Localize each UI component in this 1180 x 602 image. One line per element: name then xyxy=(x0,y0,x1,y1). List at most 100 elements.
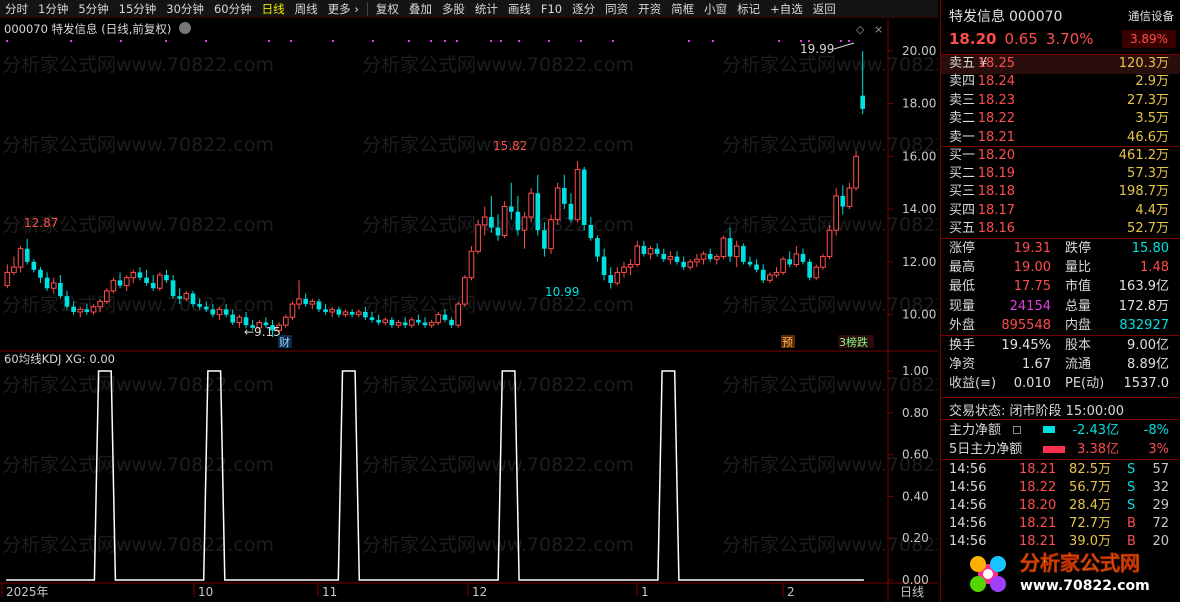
sell-level-row[interactable]: 卖五 ¥18.25 120.3万 xyxy=(941,55,1180,74)
candle-body xyxy=(700,253,707,260)
candle xyxy=(793,246,800,268)
candle xyxy=(342,309,349,318)
sell-level-row[interactable]: 卖四 18.24 2.9万 xyxy=(941,73,1180,92)
candle xyxy=(548,214,554,254)
main-net5-label: 5日主力净额 xyxy=(949,442,1023,457)
stat-label: 最高 xyxy=(949,260,976,276)
mark-button[interactable]: 标记 xyxy=(732,0,765,18)
candle-body xyxy=(323,309,328,312)
main-net-value: -2.43亿 xyxy=(1072,423,1119,438)
candle xyxy=(144,269,149,286)
info-icon[interactable] xyxy=(1013,426,1021,434)
candle-body xyxy=(468,250,475,279)
candle xyxy=(170,275,176,299)
candle xyxy=(515,195,521,236)
overlay-button[interactable]: 叠加 xyxy=(404,0,437,18)
tick-side: S xyxy=(1127,462,1136,477)
tick-row: 14:56 18.21 72.7万 B 72 xyxy=(941,515,1180,533)
buy-level-row[interactable]: 买五 18.16 52.7万 xyxy=(941,220,1180,239)
candle-body xyxy=(203,306,209,310)
tab-60min[interactable]: 60分钟 xyxy=(209,0,257,18)
candle-body xyxy=(123,277,130,287)
candle xyxy=(150,275,156,291)
candle xyxy=(382,317,389,326)
tab-30min[interactable]: 30分钟 xyxy=(161,0,209,18)
tab-15min[interactable]: 15分钟 xyxy=(114,0,162,18)
buy-level-row[interactable]: 买一 18.20 461.2万 xyxy=(941,147,1180,166)
candle-body xyxy=(654,248,660,254)
candle-body xyxy=(601,256,607,276)
candle xyxy=(468,246,475,281)
candle-body xyxy=(528,192,534,218)
sell-level-row[interactable]: 卖三 18.23 27.3万 xyxy=(941,92,1180,111)
candle xyxy=(164,269,169,283)
buy-level-row[interactable]: 买二 18.19 57.3万 xyxy=(941,165,1180,184)
candle-body xyxy=(389,319,395,326)
level-label: 买五 xyxy=(949,220,976,236)
tab-weekly[interactable]: 周线 xyxy=(290,0,323,18)
candle-body xyxy=(707,253,713,260)
ind-y-tick-label: 0.20 xyxy=(902,531,929,545)
tick-price: 18.22 xyxy=(1019,480,1057,495)
main-net5-bar xyxy=(1043,446,1065,453)
y-tick-label: 14.00 xyxy=(902,202,936,216)
watermark-text: 分析家公式网www.70822.com xyxy=(2,134,274,156)
tick-count: 29 xyxy=(1152,498,1169,513)
tab-daily[interactable]: 日线 xyxy=(257,0,290,18)
tab-more[interactable]: 更多 › xyxy=(323,0,364,18)
restore-rights-button[interactable]: 复权 xyxy=(371,0,404,18)
y-tick-label: 12.00 xyxy=(902,255,936,269)
candle-body xyxy=(495,227,501,236)
sell-level-row[interactable]: 卖二 18.22 3.5万 xyxy=(941,110,1180,129)
signal-dot xyxy=(268,40,270,42)
multi-stock-button[interactable]: 多股 xyxy=(437,0,470,18)
ind-y-tick-label: 0.60 xyxy=(902,448,929,462)
simple-frame-button[interactable]: 简框 xyxy=(666,0,699,18)
candle-body xyxy=(554,187,561,221)
buy-level-row[interactable]: 买三 18.18 198.7万 xyxy=(941,183,1180,202)
candle-body xyxy=(747,261,753,265)
tab-1min[interactable]: 1分钟 xyxy=(33,0,73,18)
stat-value: 1.67 xyxy=(1022,357,1051,373)
candle-body xyxy=(197,304,202,307)
draw-line-button[interactable]: 画线 xyxy=(503,0,536,18)
same-asset-button[interactable]: 同资 xyxy=(600,0,633,18)
x-tick-label: 12 xyxy=(472,585,487,599)
candle xyxy=(614,267,621,286)
back-button[interactable]: 返回 xyxy=(808,0,841,18)
tab-5min[interactable]: 5分钟 xyxy=(73,0,113,18)
signal-dot xyxy=(456,40,458,42)
candle xyxy=(336,306,342,318)
signal-dot xyxy=(165,40,167,42)
kline-chart[interactable]: 分析家公式网www.70822.com 分析家公式网www.70822.com 分析… xyxy=(0,19,994,602)
candle xyxy=(661,248,667,262)
buy-level-row[interactable]: 买四 18.17 4.4万 xyxy=(941,202,1180,221)
statistics-button[interactable]: 统计 xyxy=(470,0,503,18)
chart-area[interactable]: 分析家公式网www.70822.com 分析家公式网www.70822.com 分析… xyxy=(0,19,994,602)
sell-level-row[interactable]: 卖一 18.21 46.6万 xyxy=(941,129,1180,148)
candle-body xyxy=(355,311,362,316)
main-net5-pct: 3% xyxy=(1148,442,1169,457)
candle xyxy=(24,238,30,265)
open-asset-button[interactable]: 开资 xyxy=(633,0,666,18)
price-change: 0.65 xyxy=(1004,30,1038,48)
candle xyxy=(641,240,647,257)
tab-intraday[interactable]: 分时 xyxy=(0,0,33,18)
watermark-text: 分析家公式网www.70822.com xyxy=(362,54,634,76)
divider xyxy=(941,419,1180,420)
stat-value: 163.9亿 xyxy=(1118,279,1169,295)
f10-button[interactable]: F10 xyxy=(536,0,567,18)
candle xyxy=(561,174,567,210)
tick-button[interactable]: 逐分 xyxy=(567,0,600,18)
sector-name[interactable]: 通信设备 xyxy=(1128,8,1174,24)
stat-value: 9.00亿 xyxy=(1127,338,1169,353)
tick-count: 32 xyxy=(1152,480,1169,495)
level-label: 买一 xyxy=(949,148,976,163)
settings-gear-icon[interactable] xyxy=(179,22,191,34)
stat-row: 最高 19.00 量比 1.48 xyxy=(941,258,1180,277)
candle-body xyxy=(773,271,780,276)
small-window-button[interactable]: 小窗 xyxy=(699,0,732,18)
main-net-bar xyxy=(1043,426,1055,433)
add-favorite-button[interactable]: +自选 xyxy=(765,0,808,18)
signal-dot xyxy=(120,40,122,42)
